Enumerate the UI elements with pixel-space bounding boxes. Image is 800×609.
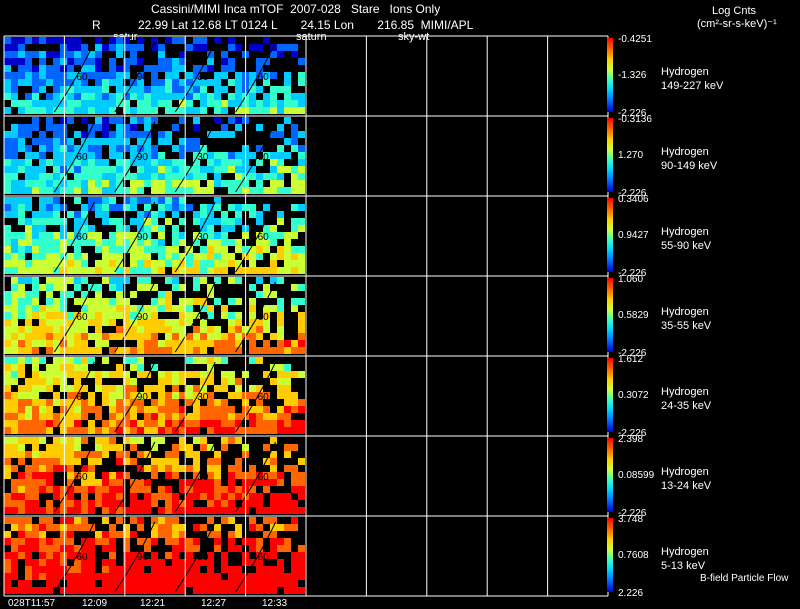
colorbar [607,278,613,352]
colorbar [607,198,613,272]
colorbar-max: 3.748 [618,514,644,525]
colorbar-mid: 0.9427 [618,230,649,241]
panel-species: Hydrogen [661,66,709,78]
colorbar [607,358,613,432]
colorbar-mid: 0.3072 [618,390,649,401]
panel-species: Hydrogen [661,466,709,478]
colorbar-mid: 1.270 [618,150,644,161]
panel-species: Hydrogen [661,306,709,318]
colorbar-max: 1.612 [618,354,644,365]
time-label-2: 12:21 [140,598,166,609]
time-label-1: 12:09 [82,598,108,609]
time-label-4: 12:33 [262,598,288,609]
panel-energy: 24-35 keV [661,400,712,412]
panel-species: Hydrogen [661,226,709,238]
panel-species: Hydrogen [661,386,709,398]
colorbar-max: 1.060 [618,274,644,285]
panel-energy: 55-90 keV [661,240,712,252]
time-label-3: 12:27 [201,598,227,609]
colorbar-min: 2.226 [618,588,644,599]
colorbar-mid: -1.326 [618,70,647,81]
panel-energy: 149-227 keV [661,80,724,92]
colorbar [607,118,613,192]
panel-energy: 35-55 keV [661,320,712,332]
colorbar [607,518,613,592]
time-label-0: 028T11:57 [8,598,56,609]
panel-species: Hydrogen [661,546,709,558]
colorbar-mid: 0.7608 [618,550,649,561]
panel-energy: 13-24 keV [661,480,712,492]
colorbar [607,38,613,112]
colorbar [607,438,613,512]
bfield-legend: B-field Particle Flow [700,573,789,584]
colorbar-mid: 0.5829 [618,310,649,321]
colorbar-max: 0.3406 [618,194,649,205]
colorbar-mid: 0.08599 [618,470,655,481]
colorbar-max: -0.3136 [618,114,652,125]
panel-energy: 90-149 keV [661,160,718,172]
colorbar-max: 2.398 [618,434,644,445]
panel-species: Hydrogen [661,146,709,158]
panel-energy: 5-13 keV [661,560,706,572]
colorbar-max: -0.4251 [618,34,652,45]
